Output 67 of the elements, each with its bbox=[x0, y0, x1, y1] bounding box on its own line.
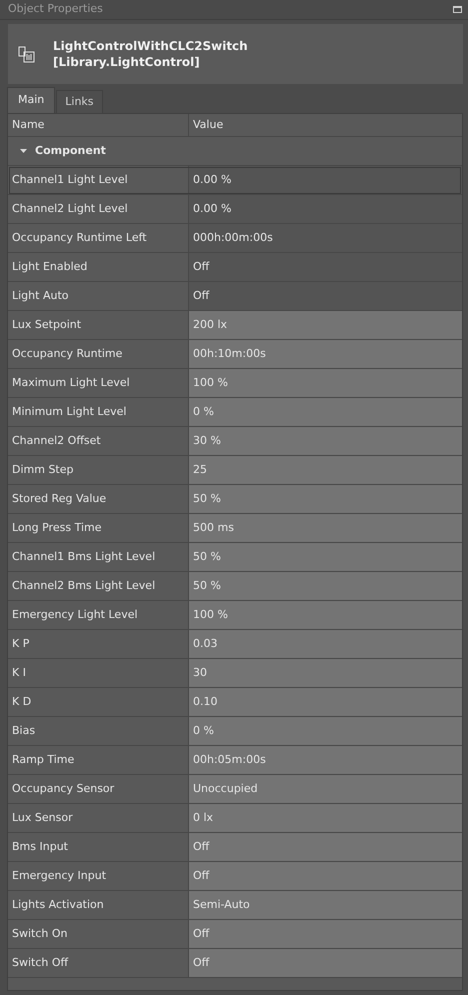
property-row[interactable]: Light Auto Off bbox=[8, 282, 462, 311]
property-row[interactable]: Emergency Input Off bbox=[8, 862, 462, 891]
property-value[interactable]: 200 lx bbox=[189, 311, 462, 339]
property-value[interactable]: 0.03 bbox=[189, 630, 462, 658]
property-value[interactable]: Off bbox=[189, 833, 462, 861]
property-value[interactable]: Off bbox=[189, 253, 462, 281]
column-header: Value bbox=[192, 116, 224, 133]
property-row[interactable]: Stored Reg Value 50 % bbox=[8, 485, 462, 514]
property-row[interactable]: K P 0.03 bbox=[8, 630, 462, 659]
property-row[interactable]: Occupancy Runtime 00h:10m:00s bbox=[8, 340, 462, 369]
property-row[interactable]: Dimm Step 25 bbox=[8, 456, 462, 485]
property-value[interactable]: 100 % bbox=[189, 601, 462, 629]
object-name: LightControlWithCLC2Switch bbox=[53, 38, 248, 54]
maximize-icon[interactable] bbox=[453, 6, 462, 13]
property-row[interactable]: Long Press Time 500 ms bbox=[8, 514, 462, 543]
property-value[interactable]: 500 ms bbox=[189, 514, 462, 542]
property-row[interactable]: Maximum Light Level 100 % bbox=[8, 369, 462, 398]
property-row[interactable]: Minimum Light Level 0 % bbox=[8, 398, 462, 427]
group-label: Component bbox=[35, 142, 106, 159]
tab[interactable]: Main bbox=[7, 87, 56, 113]
column-header: Name bbox=[8, 114, 189, 136]
property-value[interactable]: 50 % bbox=[189, 572, 462, 600]
property-value[interactable]: 100 % bbox=[189, 369, 462, 397]
property-row[interactable]: Lights Activation Semi-Auto bbox=[8, 891, 462, 920]
property-row[interactable]: Channel2 Offset 30 % bbox=[8, 427, 462, 456]
tab[interactable]: Links bbox=[56, 90, 103, 113]
component-icon bbox=[18, 46, 35, 62]
property-value[interactable]: Off bbox=[189, 862, 462, 890]
property-value[interactable]: 0 % bbox=[189, 398, 462, 426]
property-row[interactable]: Switch On Off bbox=[8, 920, 462, 949]
property-value[interactable]: 000h:00m:00s bbox=[189, 224, 462, 252]
property-value[interactable]: 00h:05m:00s bbox=[189, 746, 462, 774]
property-value[interactable]: 0 % bbox=[189, 717, 462, 745]
caret-icon bbox=[20, 148, 27, 154]
property-value[interactable]: Off bbox=[189, 282, 462, 310]
property-value[interactable]: Semi-Auto bbox=[189, 891, 462, 919]
property-row[interactable]: Bias 0 % bbox=[8, 717, 462, 746]
property-row[interactable]: Light Enabled Off bbox=[8, 253, 462, 282]
property-row[interactable]: K D 0.10 bbox=[8, 688, 462, 717]
property-value[interactable]: Unoccupied bbox=[189, 775, 462, 803]
property-value[interactable]: 00h:10m:00s bbox=[189, 340, 462, 368]
property-value[interactable]: 30 % bbox=[189, 427, 462, 455]
property-value[interactable]: 50 % bbox=[189, 543, 462, 571]
property-value[interactable]: 50 % bbox=[189, 485, 462, 513]
property-row[interactable]: Occupancy Sensor Unoccupied bbox=[8, 775, 462, 804]
property-row[interactable]: Occupancy Runtime Left 000h:00m:00s bbox=[8, 224, 462, 253]
property-value[interactable]: 0 lx bbox=[189, 804, 462, 832]
property-value[interactable]: 25 bbox=[189, 456, 462, 484]
property-value[interactable]: 30 bbox=[189, 659, 462, 687]
property-row[interactable]: Channel2 Bms Light Level 50 % bbox=[8, 572, 462, 601]
property-value[interactable]: 0.00 % bbox=[189, 195, 462, 223]
property-row[interactable]: Channel1 Light Level 0.00 % bbox=[8, 166, 462, 195]
property-value[interactable]: Off bbox=[189, 949, 462, 977]
property-row[interactable]: Ramp Time 00h:05m:00s bbox=[8, 746, 462, 775]
object-type: [Library.LightControl] bbox=[53, 54, 201, 70]
panel-title: Object Properties bbox=[8, 1, 103, 18]
property-value[interactable]: 0.10 bbox=[189, 688, 462, 716]
property-value[interactable]: 0.00 % bbox=[189, 166, 462, 194]
property-row[interactable]: Channel1 Bms Light Level 50 % bbox=[8, 543, 462, 572]
property-row[interactable]: Switch Off Off bbox=[8, 949, 462, 978]
property-row[interactable]: Bms Input Off bbox=[8, 833, 462, 862]
property-row[interactable]: Lux Sensor 0 lx bbox=[8, 804, 462, 833]
property-row[interactable]: Lux Setpoint 200 lx bbox=[8, 311, 462, 340]
property-value[interactable]: Off bbox=[189, 920, 462, 948]
property-row[interactable]: K I 30 bbox=[8, 659, 462, 688]
property-row[interactable]: Emergency Light Level 100 % bbox=[8, 601, 462, 630]
property-row[interactable]: Channel2 Light Level 0.00 % bbox=[8, 195, 462, 224]
